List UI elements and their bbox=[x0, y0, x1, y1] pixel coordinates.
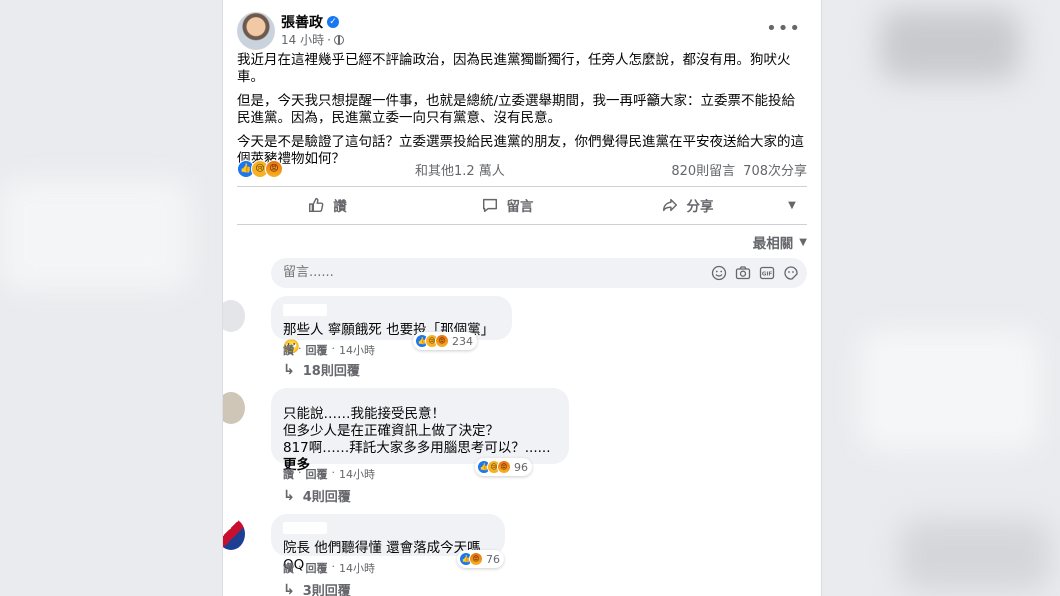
comment-item: 那些人 寧願餓死 也要投「那個黨」🙄 👍 😢 😡 234 讚 · 回覆 · 14小時… bbox=[223, 296, 799, 380]
comment-item: 院長 他們聽得懂 還會落成今天嗎 QQ 👍 😡 76 讚 · 回覆 · 14小時 ↳… bbox=[223, 514, 799, 596]
comment-icon bbox=[482, 198, 497, 213]
comment-reply-link[interactable]: 回覆 bbox=[306, 466, 328, 482]
commenter-avatar[interactable] bbox=[223, 392, 245, 424]
reaction-others-text[interactable]: 和其他1.2 萬人 bbox=[415, 160, 505, 179]
comment-like-link[interactable]: 讚 bbox=[283, 342, 294, 358]
shares-count[interactable]: 708次分享 bbox=[743, 160, 807, 179]
engagement-counts: 820則留言 708次分享 bbox=[671, 160, 807, 179]
comments-count[interactable]: 820則留言 bbox=[671, 160, 735, 179]
divider bbox=[237, 186, 807, 187]
reaction-count: 234 bbox=[452, 334, 473, 348]
post-actions: 讚 留言 分享 ▼ bbox=[237, 188, 807, 222]
sticker-icon[interactable] bbox=[783, 265, 799, 281]
gif-icon[interactable]: GIF bbox=[759, 265, 775, 281]
comment-reply-link[interactable]: 回覆 bbox=[306, 560, 328, 576]
comment-bubble: 那些人 寧願餓死 也要投「那個黨」🙄 bbox=[271, 296, 512, 355]
post-paragraph: 我近月在這裡幾乎已經不評論政治，因為民進黨獨斷獨行，任旁人怎麼說，都沒有用。狗吠… bbox=[237, 52, 791, 85]
comment-time[interactable]: 14小時 bbox=[339, 466, 375, 482]
comment-reactions[interactable]: 👍 😢 😡 234 bbox=[413, 332, 477, 350]
composer-tools: GIF bbox=[711, 265, 799, 281]
commenter-avatar[interactable] bbox=[223, 300, 245, 332]
camera-icon[interactable] bbox=[735, 265, 751, 281]
comment-sort-dropdown[interactable]: 最相關 ▼ bbox=[753, 232, 807, 252]
reply-arrow-icon: ↳ bbox=[283, 361, 295, 378]
share-label: 分享 bbox=[686, 199, 714, 215]
author-avatar[interactable] bbox=[237, 12, 275, 50]
comment-item: 只能說……我能接受民意！ 但多少人是在正確資訊上做了決定？ 817啊……拜託大家… bbox=[223, 388, 799, 508]
comment-meta: 讚 · 回覆 · 14小時 bbox=[283, 560, 375, 576]
background-blob bbox=[880, 10, 1020, 80]
caret-down-icon: ▼ bbox=[799, 236, 807, 248]
sort-label: 最相關 bbox=[752, 236, 794, 252]
angry-reaction-icon: 😡 bbox=[435, 334, 449, 348]
emoji-icon[interactable] bbox=[711, 265, 727, 281]
reactions-summary: 👍 😢 😡 和其他1.2 萬人 820則留言 708次分享 bbox=[237, 158, 807, 180]
replies-count: 4則回覆 bbox=[302, 490, 351, 505]
post-card: 張善政 ✓ 14 小時 · ••• 我近月在這裡幾乎已經不評論政治，因為民進黨獨… bbox=[222, 0, 822, 596]
verified-badge-icon: ✓ bbox=[327, 16, 339, 28]
replies-count: 18則回覆 bbox=[302, 364, 360, 379]
share-button[interactable]: 分享 bbox=[597, 195, 777, 215]
post-time[interactable]: 14 小時 bbox=[281, 31, 324, 48]
commenter-avatar[interactable] bbox=[223, 518, 245, 550]
author-name[interactable]: 張善政 bbox=[281, 12, 323, 32]
replies-count: 3則回覆 bbox=[302, 584, 351, 596]
comment-meta: 讚 · 回覆 · 14小時 bbox=[283, 342, 375, 358]
commenter-name-redacted[interactable] bbox=[283, 522, 327, 534]
reply-arrow-icon: ↳ bbox=[283, 487, 295, 504]
comment-composer: GIF bbox=[271, 258, 807, 288]
reaction-count: 96 bbox=[514, 460, 528, 474]
view-replies-button[interactable]: ↳ 18則回覆 bbox=[283, 360, 360, 380]
audience-dropdown-button[interactable]: ▼ bbox=[777, 200, 807, 211]
share-icon bbox=[662, 198, 677, 212]
angry-reaction-icon: 😡 bbox=[469, 552, 483, 566]
post-paragraph: 但是，今天我只想提醒一件事，也就是總統/立委選舉期間，我一再呼籲大家：立委票不能… bbox=[237, 93, 796, 126]
comment-meta: 讚 · 回覆 · 14小時 bbox=[283, 466, 375, 482]
reaction-icons[interactable]: 👍 😢 😡 bbox=[237, 160, 283, 178]
comment-reply-link[interactable]: 回覆 bbox=[306, 342, 328, 358]
meta-separator: · bbox=[327, 32, 331, 47]
reply-arrow-icon: ↳ bbox=[283, 581, 295, 596]
thumbs-up-icon bbox=[309, 197, 324, 213]
comment-bubble: 只能說……我能接受民意！ 但多少人是在正確資訊上做了決定？ 817啊……拜託大家… bbox=[271, 388, 569, 473]
globe-icon[interactable] bbox=[333, 34, 344, 45]
view-replies-button[interactable]: ↳ 3則回覆 bbox=[283, 580, 351, 596]
comment-reactions[interactable]: 👍 😡 76 bbox=[457, 550, 504, 568]
author-name-row: 張善政 ✓ bbox=[281, 12, 339, 32]
post-meta: 14 小時 · bbox=[281, 31, 344, 48]
like-label: 讚 bbox=[333, 199, 347, 215]
comment-like-link[interactable]: 讚 bbox=[283, 466, 294, 482]
svg-text:GIF: GIF bbox=[762, 272, 773, 278]
comment-label: 留言 bbox=[506, 199, 534, 215]
post-header: 張善政 ✓ 14 小時 · ••• bbox=[237, 12, 807, 52]
like-button[interactable]: 讚 bbox=[237, 195, 417, 215]
angry-reaction-icon: 😡 bbox=[265, 160, 283, 178]
divider bbox=[237, 224, 807, 225]
angry-reaction-icon: 😡 bbox=[497, 460, 511, 474]
comment-input[interactable] bbox=[283, 265, 663, 280]
more-options-icon[interactable]: ••• bbox=[766, 18, 801, 39]
commenter-name-redacted[interactable] bbox=[283, 304, 327, 316]
background-blob bbox=[860, 330, 1040, 450]
comment-time[interactable]: 14小時 bbox=[339, 560, 375, 576]
comment-like-link[interactable]: 讚 bbox=[283, 560, 294, 576]
comment-text-body: 只能說……我能接受民意！ 但多少人是在正確資訊上做了決定？ 817啊……拜託大家… bbox=[283, 406, 551, 456]
caret-down-icon: ▼ bbox=[788, 199, 796, 211]
background-blob bbox=[900, 520, 1050, 590]
post-body: 我近月在這裡幾乎已經不評論政治，因為民進黨獨斷獨行，任旁人怎麼說，都沒有用。狗吠… bbox=[237, 52, 807, 175]
background-blob bbox=[0, 180, 190, 290]
view-replies-button[interactable]: ↳ 4則回覆 bbox=[283, 486, 351, 506]
comment-button[interactable]: 留言 bbox=[417, 195, 597, 215]
reaction-count: 76 bbox=[486, 552, 500, 566]
comment-time[interactable]: 14小時 bbox=[339, 342, 375, 358]
comment-reactions[interactable]: 👍 😢 😡 96 bbox=[475, 458, 532, 476]
